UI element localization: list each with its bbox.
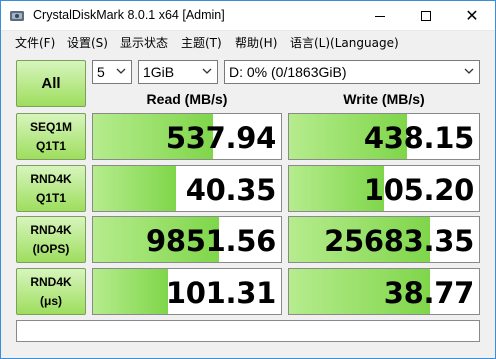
menu-bar: 文件(F) 设置(S) 显示状态 主题(T) 帮助(H) 语言(L)(Langu… [1,32,495,52]
maximize-icon [421,11,431,21]
menu-file[interactable]: 文件(F) [15,34,55,51]
read-bar [93,269,169,314]
write-value: 25683.35 [324,224,474,258]
title-bar: CrystalDiskMark 8.0.1 x64 [Admin] ✕ [1,1,495,31]
seq1m-read-result: 537.94 [92,113,282,160]
chevron-down-icon [464,68,474,74]
row-label-line2: Q1T1 [35,138,66,153]
comment-input[interactable] [16,320,480,342]
read-column-header: Read (MB/s) [146,91,228,107]
rnd4k-q1t1-write-result: 105.20 [288,165,480,212]
drive-select[interactable]: D: 0% (0/1863GiB) [224,60,480,84]
rnd4k-iops-read-result: 9851.56 [92,216,282,263]
seq1m-q1t1-button[interactable]: SEQ1M Q1T1 [16,113,86,160]
close-button[interactable]: ✕ [449,1,495,31]
read-value: 9851.56 [146,224,276,258]
minimize-icon [375,15,385,17]
row-label-line1: SEQ1M [29,119,72,134]
write-value: 105.20 [363,173,474,207]
window-title: CrystalDiskMark 8.0.1 x64 [Admin] [33,8,225,22]
rnd4k-q1t1-read-result: 40.35 [92,165,282,212]
maximize-button[interactable] [403,1,449,31]
chevron-down-icon [202,68,212,74]
rnd4k-latency-write-result: 38.77 [288,268,480,315]
rnd4k-iops-button[interactable]: RND4K (IOPS) [16,216,86,263]
row-label-line2: (μs) [39,293,62,308]
write-column-header: Write (MB/s) [343,91,425,107]
menu-display-status[interactable]: 显示状态 [120,34,168,51]
write-value: 38.77 [383,276,475,310]
row-label-line1: RND4K [30,274,72,289]
test-count-select[interactable]: 5 [92,60,132,84]
rnd4k-latency-read-result: 101.31 [92,268,282,315]
read-value: 40.35 [185,173,277,207]
row-label-line1: RND4K [30,222,72,237]
menu-theme[interactable]: 主题(T) [181,34,222,51]
menu-help[interactable]: 帮助(H) [235,34,277,51]
rnd4k-q1t1-button[interactable]: RND4K Q1T1 [16,165,86,212]
write-value: 438.15 [363,121,474,155]
row-label-line2: (IOPS) [32,241,70,256]
read-value: 101.31 [165,276,276,310]
rnd4k-latency-button[interactable]: RND4K (μs) [16,268,86,315]
row-label-line1: RND4K [30,171,72,186]
row-label-line2: Q1T1 [35,190,66,205]
close-icon: ✕ [465,6,479,25]
rnd4k-iops-write-result: 25683.35 [288,216,480,263]
menu-settings[interactable]: 设置(S) [67,34,108,51]
menu-language[interactable]: 语言(L)(Language) [290,34,399,51]
crystaldiskmark-app-icon [10,11,24,21]
read-bar [93,166,176,211]
minimize-button[interactable] [357,1,403,31]
test-size-select[interactable]: 1GiB [138,60,218,84]
test-size-value: 1GiB [143,64,175,80]
read-value: 537.94 [165,121,276,155]
run-all-button[interactable]: All [16,60,86,107]
chevron-down-icon [116,68,126,74]
test-count-value: 5 [97,64,105,80]
seq1m-write-result: 438.15 [288,113,480,160]
drive-value: D: 0% (0/1863GiB) [229,64,347,80]
